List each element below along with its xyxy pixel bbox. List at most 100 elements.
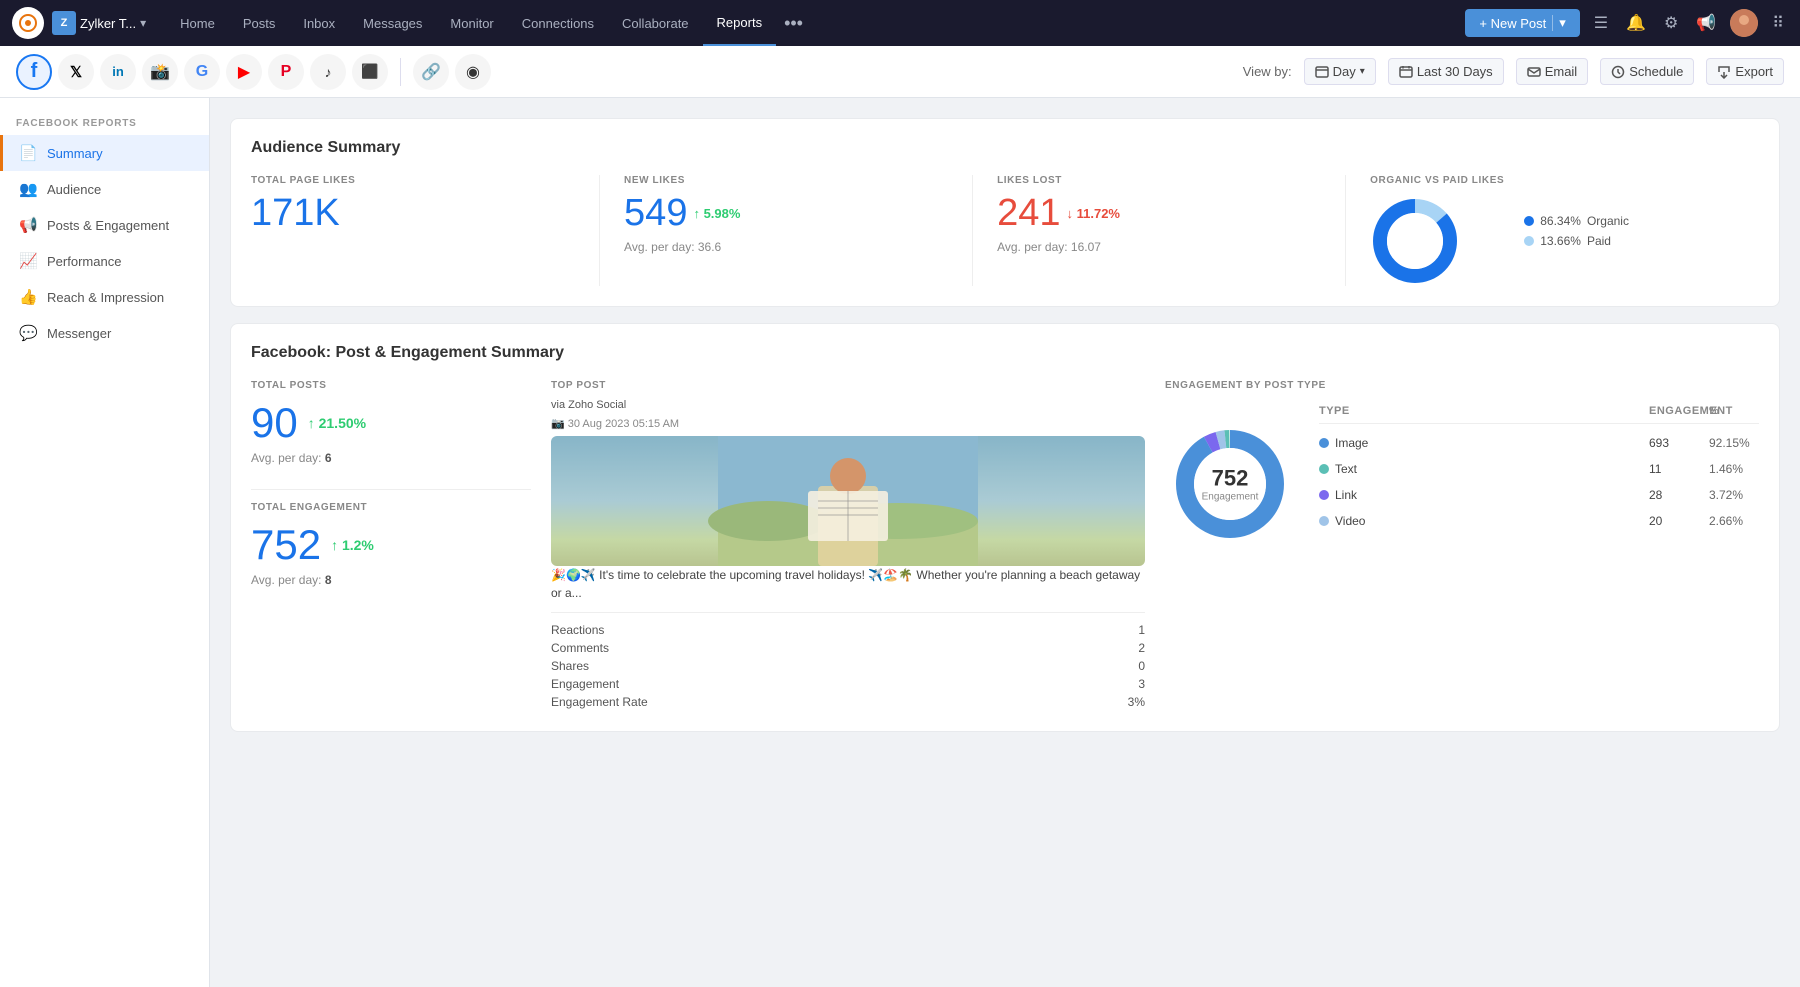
export-button[interactable]: Export <box>1706 58 1784 85</box>
social-tab-twitter[interactable]: 𝕏 <box>58 54 94 90</box>
sidebar: FACEBOOK REPORTS 📄 Summary 👥 Audience 📢 … <box>0 98 210 987</box>
nav-more-icon[interactable]: ••• <box>776 13 811 34</box>
email-button[interactable]: Email <box>1516 58 1589 85</box>
donut-center: 752 Engagement <box>1202 466 1259 503</box>
new-likes-value: 549 <box>624 194 687 232</box>
audience-summary-card: Audience Summary TOTAL PAGE LIKES 171K N… <box>230 118 1780 307</box>
nav-posts[interactable]: Posts <box>229 0 290 46</box>
audience-icon: 👥 <box>19 180 37 198</box>
type-table: TYPE ENGAGEMENT % Image 693 92.15% <box>1319 399 1759 534</box>
type-row-video: Video 20 2.66% <box>1319 508 1759 534</box>
post-engagement-title: Facebook: Post & Engagement Summary <box>251 344 1759 362</box>
total-posts-value: 90 ↑ 21.50% <box>251 399 531 447</box>
nav-inbox[interactable]: Inbox <box>289 0 349 46</box>
megaphone-icon[interactable]: 📢 <box>1692 9 1720 37</box>
organic-paid-donut <box>1370 196 1460 286</box>
apps-grid-icon[interactable]: ⠿ <box>1768 9 1788 37</box>
nav-actions: + New Post ▾ ☰ 🔔 ⚙ 📢 ⠿ <box>1465 9 1788 37</box>
sidebar-item-posts-engagement[interactable]: 📢 Posts & Engagement <box>0 207 209 243</box>
comments-row: Comments 2 <box>551 639 1145 657</box>
total-posts-block: TOTAL POSTS 90 ↑ 21.50% Avg. per day: 6 <box>251 380 531 465</box>
date-range-label: Last 30 Days <box>1417 64 1493 79</box>
engagement-rate-val: 3% <box>1128 695 1145 709</box>
main-content: Audience Summary TOTAL PAGE LIKES 171K N… <box>210 98 1800 987</box>
nav-connections[interactable]: Connections <box>508 0 608 46</box>
social-tab-buffer[interactable]: ⬛ <box>352 54 388 90</box>
organic-paid-legend: 86.34% Organic 13.66% Paid <box>1524 214 1629 248</box>
sidebar-item-summary[interactable]: 📄 Summary <box>0 135 209 171</box>
sidebar-item-messenger[interactable]: 💬 Messenger <box>0 315 209 351</box>
day-view-button[interactable]: Day ▾ <box>1304 58 1376 85</box>
social-tab-youtube[interactable]: ▶ <box>226 54 262 90</box>
sidebar-item-performance[interactable]: 📈 Performance <box>0 243 209 279</box>
divider <box>251 489 531 490</box>
post-engagement-left: TOTAL POSTS 90 ↑ 21.50% Avg. per day: 6 … <box>251 380 531 711</box>
likes-lost-label: LIKES LOST <box>997 175 1321 186</box>
top-post-via: via Zoho Social <box>551 399 1145 411</box>
tab-divider <box>400 58 401 86</box>
schedule-button[interactable]: Schedule <box>1600 58 1694 85</box>
donut-center-value: 752 <box>1202 466 1259 492</box>
social-tab-tiktok[interactable]: ♪ <box>310 54 346 90</box>
brand[interactable]: Z Zylker T... ▾ <box>52 11 146 35</box>
paid-dot <box>1524 236 1534 246</box>
sidebar-item-summary-label: Summary <box>47 146 103 161</box>
total-posts-avg: Avg. per day: 6 <box>251 451 531 465</box>
total-posts-label: TOTAL POSTS <box>251 380 531 391</box>
likes-lost-stat: LIKES LOST 241 ↓ 11.72% Avg. per day: 16… <box>997 175 1346 286</box>
post-engagement-card: Facebook: Post & Engagement Summary TOTA… <box>230 323 1780 732</box>
top-post-date: 📷 30 Aug 2023 05:15 AM <box>551 417 1145 430</box>
social-tab-instagram[interactable]: 📸 <box>142 54 178 90</box>
view-controls: View by: Day ▾ Last 30 Days Email Schedu… <box>1243 58 1784 85</box>
sidebar-item-performance-label: Performance <box>47 254 121 269</box>
social-tab-extra[interactable]: ◉ <box>455 54 491 90</box>
engagement-by-type: ENGAGEMENT BY POST TYPE <box>1165 380 1759 711</box>
paid-legend-item: 13.66% Paid <box>1524 234 1629 248</box>
social-tab-linkedin[interactable]: in <box>100 54 136 90</box>
type-row-link: Link 28 3.72% <box>1319 482 1759 508</box>
text-dot <box>1319 464 1329 474</box>
nav-collaborate[interactable]: Collaborate <box>608 0 703 46</box>
comments-val: 2 <box>1138 641 1145 655</box>
new-post-button[interactable]: + New Post ▾ <box>1465 9 1579 37</box>
type-row-text: Text 11 1.46% <box>1319 456 1759 482</box>
top-post-image <box>551 436 1145 566</box>
sidebar-item-reach-impression[interactable]: 👍 Reach & Impression <box>0 279 209 315</box>
total-engagement-label: TOTAL ENGAGEMENT <box>251 502 531 513</box>
new-likes-label: NEW LIKES <box>624 175 948 186</box>
date-range-button[interactable]: Last 30 Days <box>1388 58 1504 85</box>
settings-icon[interactable]: ⚙ <box>1660 9 1682 37</box>
engagement-by-type-label: ENGAGEMENT BY POST TYPE <box>1165 380 1759 391</box>
social-tab-link[interactable]: 🔗 <box>413 54 449 90</box>
main-layout: FACEBOOK REPORTS 📄 Summary 👥 Audience 📢 … <box>0 98 1800 987</box>
view-by-label: View by: <box>1243 64 1292 79</box>
new-likes-avg: Avg. per day: 36.6 <box>624 240 948 254</box>
engagement-row-label: Engagement <box>551 677 619 691</box>
engagement-row-val: 3 <box>1138 677 1145 691</box>
shares-label: Shares <box>551 659 589 673</box>
social-tab-google[interactable]: G <box>184 54 220 90</box>
engagement-type-section: 752 Engagement TYPE ENGAGEMENT % <box>1165 399 1759 549</box>
avatar[interactable] <box>1730 9 1758 37</box>
notifications-icon[interactable]: 🔔 <box>1622 9 1650 37</box>
audience-summary-row: TOTAL PAGE LIKES 171K NEW LIKES 549 ↑ 5.… <box>251 175 1759 286</box>
nav-reports[interactable]: Reports <box>703 0 777 46</box>
top-post-section: TOP POST via Zoho Social 📷 30 Aug 2023 0… <box>551 380 1145 711</box>
likes-lost-avg: Avg. per day: 16.07 <box>997 240 1321 254</box>
sidebar-item-posts-label: Posts & Engagement <box>47 218 169 233</box>
menu-icon[interactable]: ☰ <box>1590 9 1612 37</box>
total-posts-trend: ↑ 21.50% <box>308 415 366 431</box>
total-engagement-avg: Avg. per day: 8 <box>251 573 531 587</box>
reactions-row: Reactions 1 <box>551 621 1145 639</box>
total-engagement-value: 752 ↑ 1.2% <box>251 521 531 569</box>
nav-home[interactable]: Home <box>166 0 229 46</box>
nav-monitor[interactable]: Monitor <box>436 0 507 46</box>
social-tab-pinterest[interactable]: P <box>268 54 304 90</box>
sidebar-item-audience[interactable]: 👥 Audience <box>0 171 209 207</box>
new-post-label: + New Post <box>1479 16 1546 31</box>
nav-messages[interactable]: Messages <box>349 0 436 46</box>
social-tab-facebook[interactable]: f <box>16 54 52 90</box>
organic-pct: 86.34% <box>1540 214 1581 228</box>
paid-pct: 13.66% <box>1540 234 1581 248</box>
sidebar-item-audience-label: Audience <box>47 182 101 197</box>
